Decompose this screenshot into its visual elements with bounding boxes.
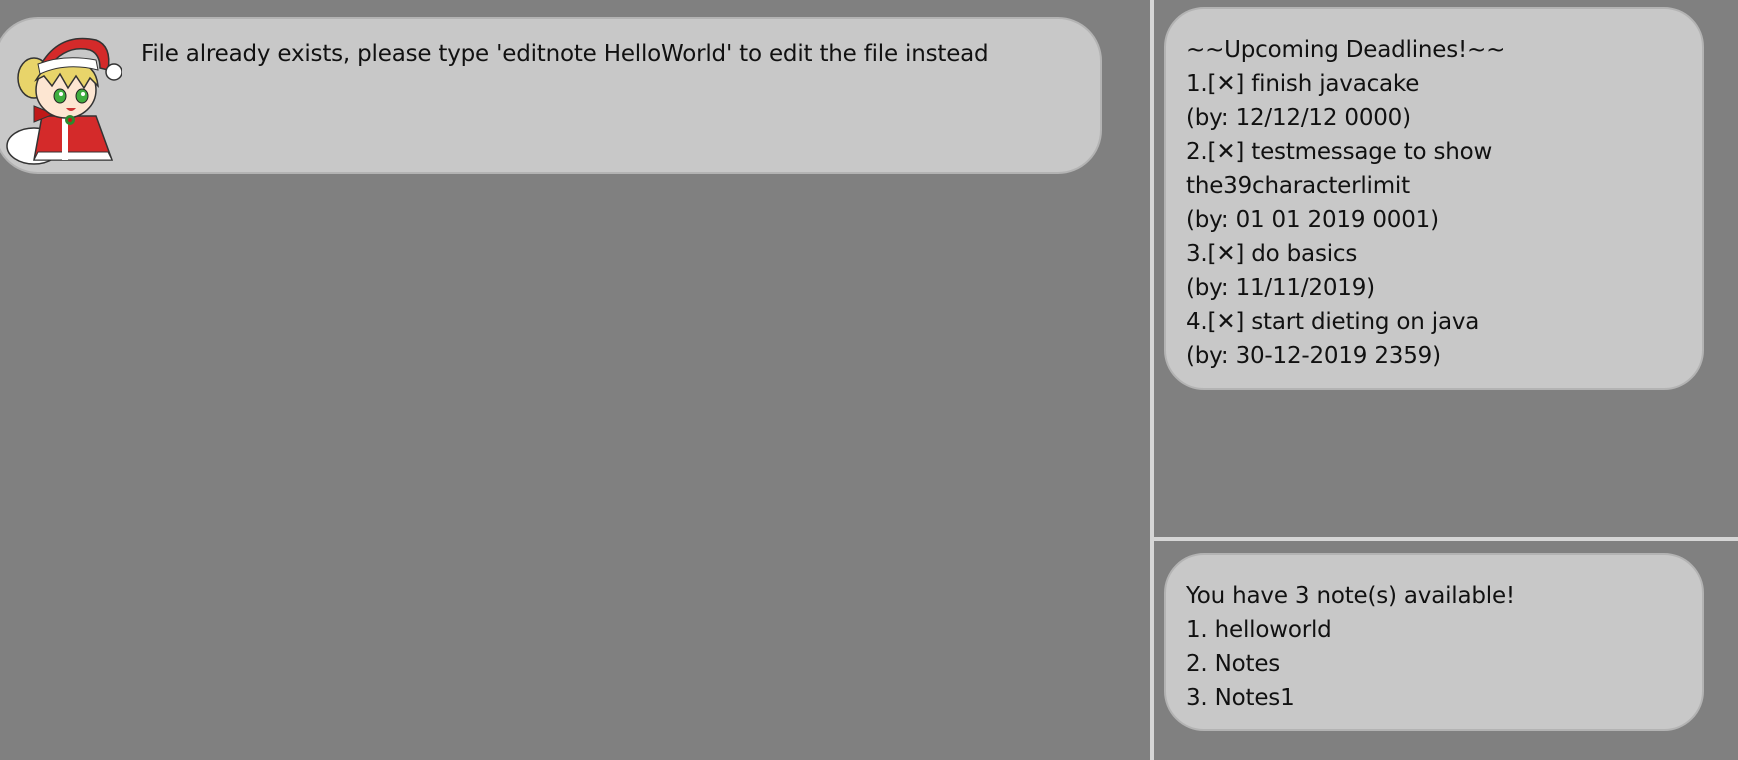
- deadline-line: 2.[✕] testmessage to show: [1186, 139, 1493, 165]
- deadline-line: (by: 01 01 2019 0001): [1186, 207, 1439, 233]
- deadline-line: 4.[✕] start dieting on java: [1186, 309, 1480, 335]
- bot-message-bubble: File already exists, please type 'editno…: [0, 17, 1102, 174]
- deadline-line: (by: 12/12/12 0000): [1186, 105, 1411, 131]
- deadline-line: (by: 30-12-2019 2359): [1186, 343, 1441, 369]
- app-window: File already exists, please type 'editno…: [0, 0, 1738, 760]
- deadline-line: 3.[✕] do basics: [1186, 241, 1358, 267]
- deadline-line: the39characterlimit: [1186, 173, 1410, 199]
- notes-heading: You have 3 note(s) available!: [1186, 583, 1515, 609]
- chat-pane: File already exists, please type 'editno…: [0, 0, 1150, 760]
- note-item: 3. Notes1: [1186, 685, 1295, 711]
- deadline-line: (by: 11/11/2019): [1186, 275, 1375, 301]
- notes-card: You have 3 note(s) available! 1. hellowo…: [1164, 553, 1704, 731]
- note-item: 1. helloworld: [1186, 617, 1332, 643]
- horizontal-divider[interactable]: [1154, 537, 1738, 541]
- deadlines-card: ~~Upcoming Deadlines!~~ 1.[✕] finish jav…: [1164, 7, 1704, 390]
- bot-message-text: File already exists, please type 'editno…: [141, 41, 989, 67]
- santa-girl-avatar-icon: [6, 37, 122, 165]
- deadlines-heading: ~~Upcoming Deadlines!~~: [1186, 37, 1506, 63]
- deadline-line: 1.[✕] finish javacake: [1186, 71, 1420, 97]
- note-item: 2. Notes: [1186, 651, 1281, 677]
